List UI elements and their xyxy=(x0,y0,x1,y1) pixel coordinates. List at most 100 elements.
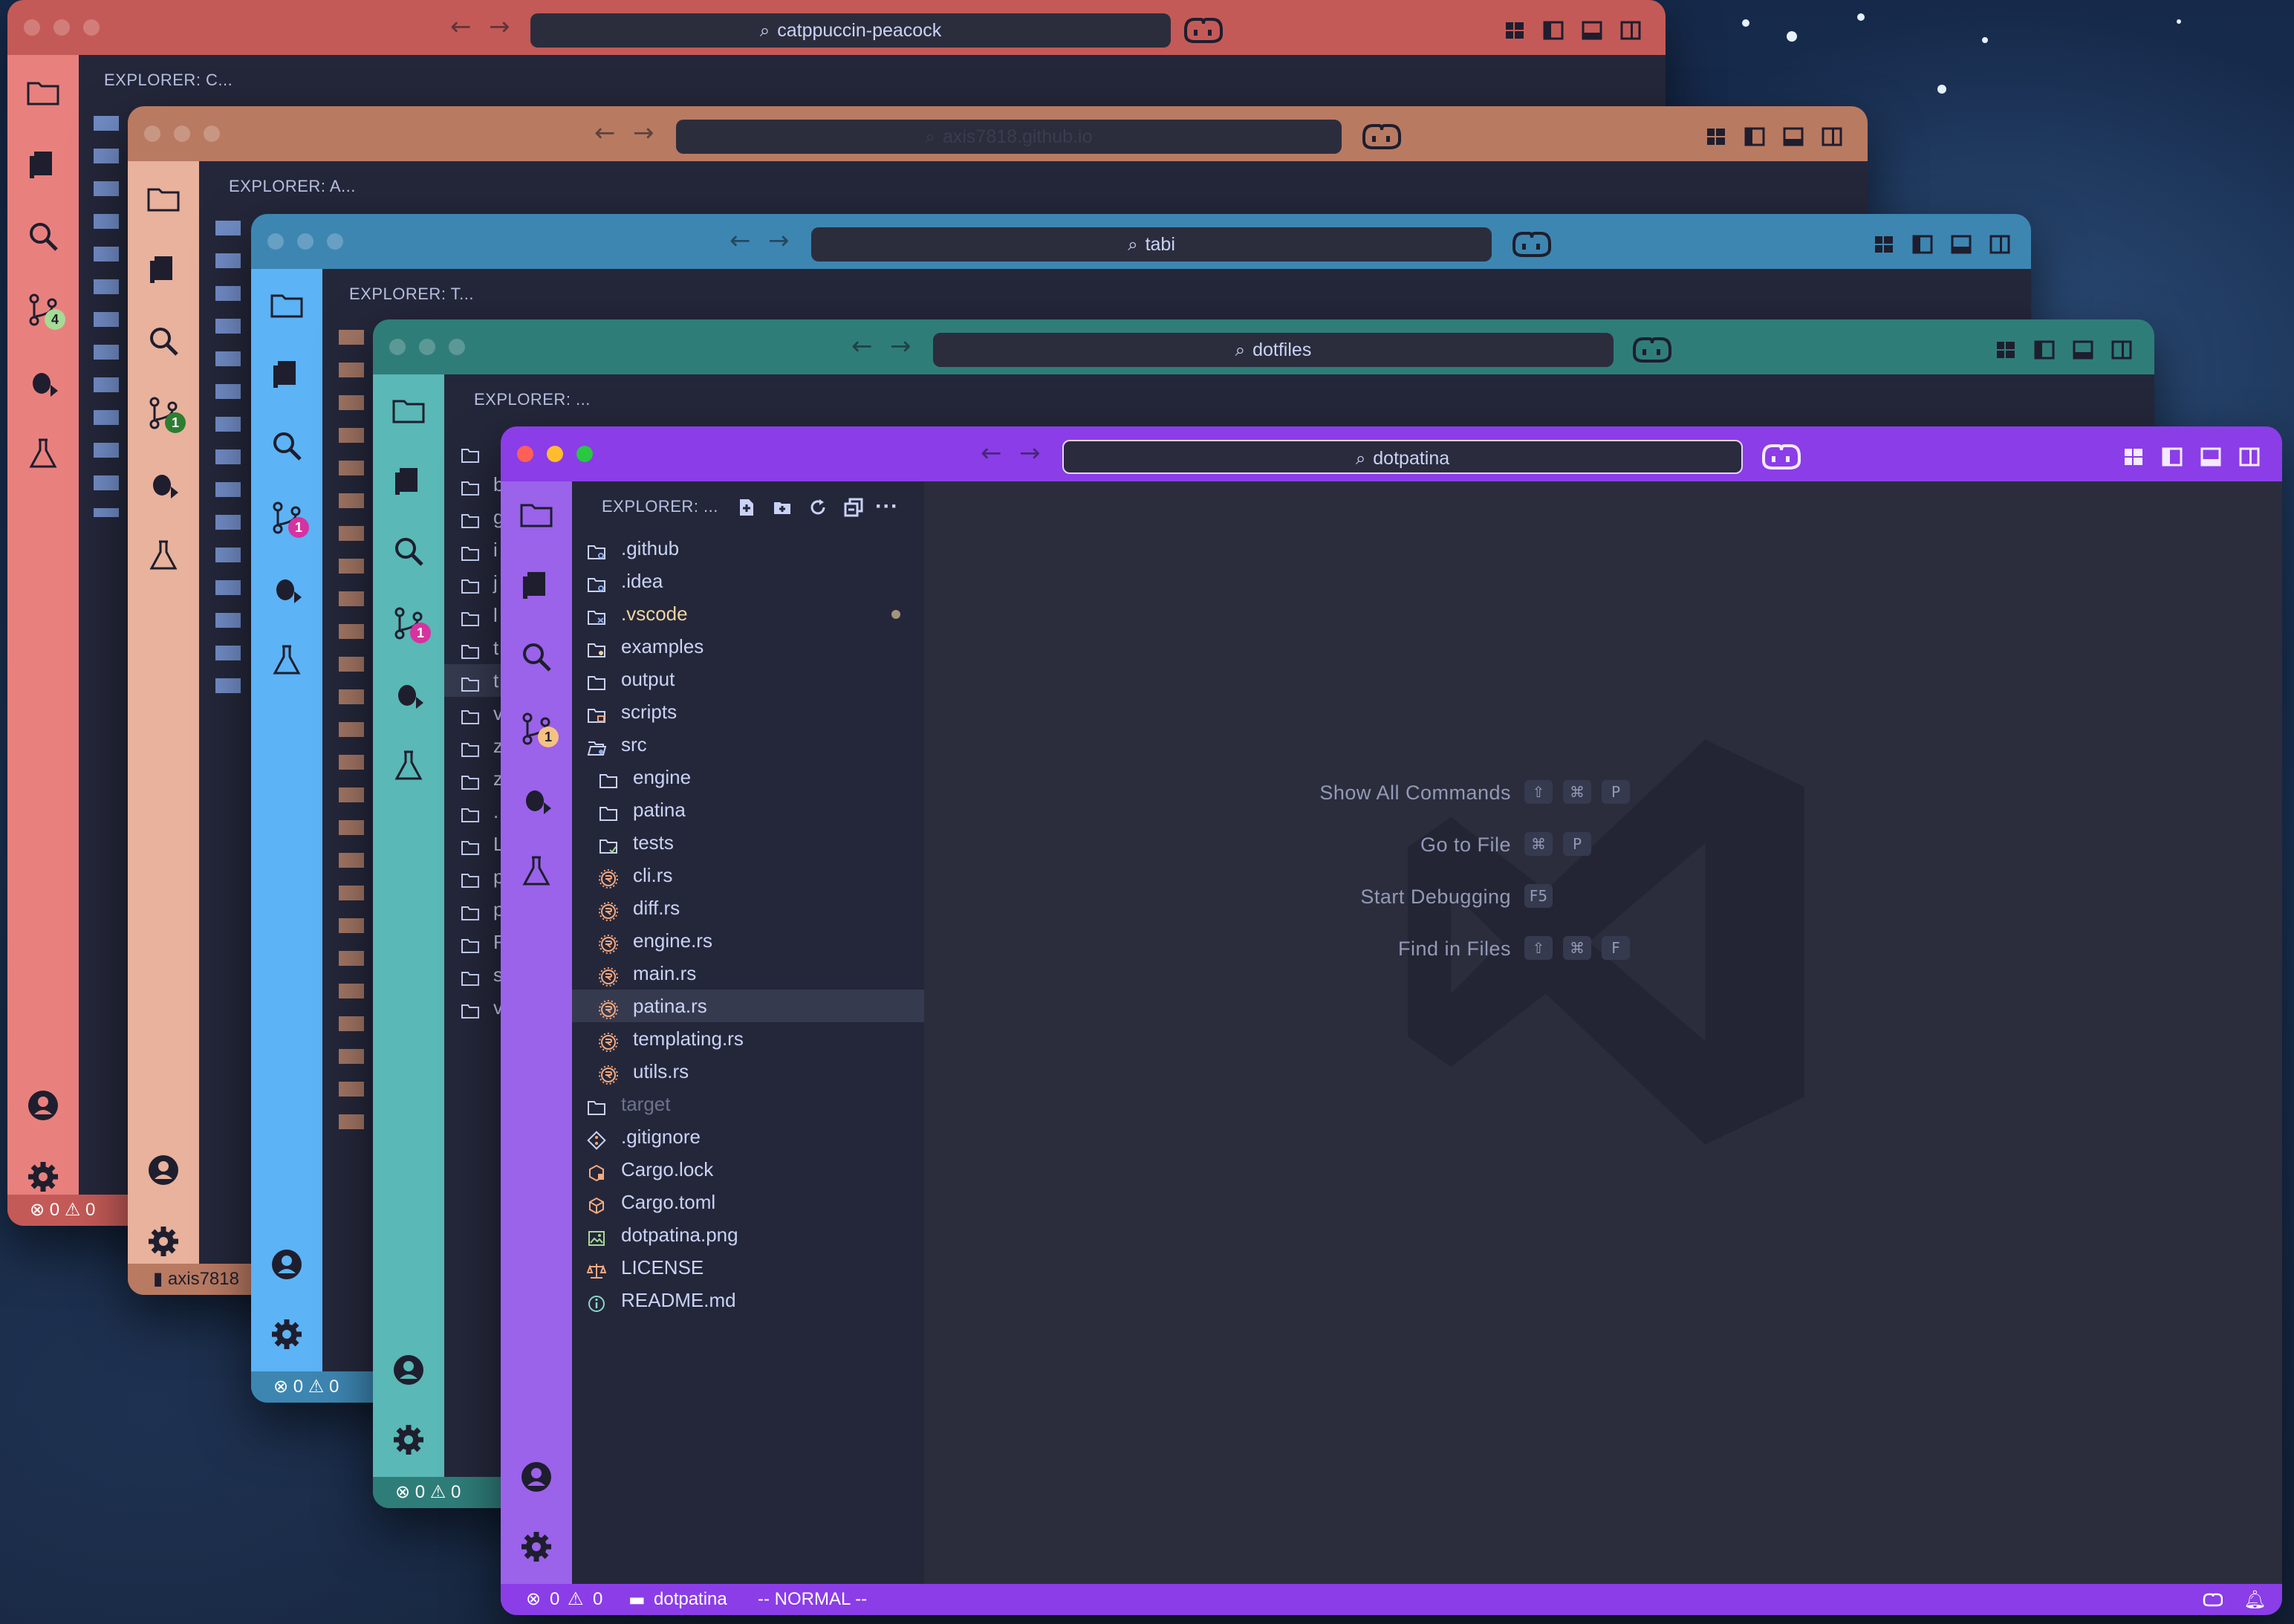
zoom-button[interactable] xyxy=(327,233,343,250)
toggle-panel-icon[interactable] xyxy=(1951,235,1972,254)
command-center-search[interactable]: ⌕ catppuccin-peacock xyxy=(530,13,1171,48)
file-tree-item[interactable]: .github xyxy=(572,532,924,565)
toggle-panel-icon[interactable] xyxy=(2073,340,2093,360)
toggle-panel-icon[interactable] xyxy=(2200,447,2221,467)
search-icon[interactable] xyxy=(269,428,305,464)
toggle-sidebar-icon[interactable] xyxy=(2162,447,2183,467)
file-tree-item[interactable]: utils.rs xyxy=(572,1055,924,1088)
explorer-icon[interactable] xyxy=(146,181,181,216)
explorer-icon[interactable] xyxy=(269,287,305,322)
minimize-button[interactable] xyxy=(547,446,563,462)
files-icon[interactable] xyxy=(146,252,181,288)
file-tree-item[interactable]: l xyxy=(444,599,504,631)
debug-icon[interactable] xyxy=(391,676,426,712)
customize-layout-icon[interactable] xyxy=(1995,340,2016,360)
more-actions-icon[interactable]: ··· xyxy=(875,481,898,532)
testing-icon[interactable] xyxy=(269,642,305,678)
zoom-button[interactable] xyxy=(576,446,593,462)
files-icon[interactable] xyxy=(519,568,554,603)
warning-icon[interactable]: ⚠ xyxy=(430,1482,446,1502)
file-tree-item[interactable]: README.md xyxy=(572,1284,924,1316)
zoom-button[interactable] xyxy=(204,126,220,142)
copilot-icon[interactable] xyxy=(1181,13,1223,46)
file-tree-item[interactable]: Cargo.toml xyxy=(572,1186,924,1218)
file-tree-item[interactable]: src xyxy=(572,728,924,761)
minimize-button[interactable] xyxy=(174,126,190,142)
close-button[interactable] xyxy=(144,126,160,142)
file-tree-item[interactable]: cli.rs xyxy=(572,859,924,891)
back-arrow-icon[interactable]: ← xyxy=(981,437,1002,470)
shortcut-hint[interactable]: Find in Files ⇧ ⌘ F xyxy=(924,935,1964,964)
forward-arrow-icon[interactable]: → xyxy=(633,117,654,149)
command-center-search[interactable]: ⌕ axis7818.github.io xyxy=(676,120,1342,154)
command-center-search[interactable]: ⌕ tabi xyxy=(811,227,1492,262)
close-button[interactable] xyxy=(267,233,284,250)
branch-label[interactable]: axis7818 xyxy=(168,1269,239,1289)
file-tree-item[interactable]: engine.rs xyxy=(572,924,924,957)
debug-icon[interactable] xyxy=(146,466,181,501)
explorer-icon[interactable] xyxy=(25,74,61,110)
minimize-button[interactable] xyxy=(297,233,313,250)
testing-icon[interactable] xyxy=(25,435,61,471)
file-tree-item[interactable] xyxy=(444,435,504,468)
forward-arrow-icon[interactable]: → xyxy=(489,10,510,43)
copilot-icon[interactable] xyxy=(1510,227,1551,260)
file-tree-item[interactable]: z xyxy=(444,762,504,795)
files-icon[interactable] xyxy=(269,357,305,392)
back-arrow-icon[interactable]: ← xyxy=(450,10,472,43)
error-icon[interactable]: ⊗ xyxy=(273,1377,288,1397)
file-tree-item[interactable]: scripts xyxy=(572,695,924,728)
folder-label[interactable]: dotpatina xyxy=(654,1584,727,1615)
command-center-search[interactable]: ⌕ dotfiles xyxy=(933,333,1614,367)
debug-icon[interactable] xyxy=(25,364,61,400)
minimize-button[interactable] xyxy=(53,19,70,36)
zoom-button[interactable] xyxy=(83,19,100,36)
settings-icon[interactable] xyxy=(519,1529,554,1565)
file-tree-item[interactable]: i xyxy=(444,533,504,566)
forward-arrow-icon[interactable]: → xyxy=(768,224,790,257)
file-tree-item[interactable]: j xyxy=(444,566,504,599)
file-tree-item[interactable]: g xyxy=(444,501,504,533)
refresh-icon[interactable] xyxy=(808,498,828,517)
shortcut-hint[interactable]: Go to File ⌘ P xyxy=(924,831,1964,860)
warning-icon[interactable]: ⚠ xyxy=(308,1377,325,1397)
file-tree-item[interactable]: L xyxy=(444,828,504,860)
customize-layout-icon[interactable] xyxy=(1706,127,1726,146)
close-button[interactable] xyxy=(24,19,40,36)
file-tree-item[interactable]: patina.rs xyxy=(572,990,924,1022)
close-button[interactable] xyxy=(389,339,406,355)
search-icon[interactable] xyxy=(25,218,61,254)
file-tree-item[interactable]: b xyxy=(444,468,504,501)
customize-layout-icon[interactable] xyxy=(2123,447,2144,467)
forward-arrow-icon[interactable]: → xyxy=(1019,437,1041,470)
settings-icon[interactable] xyxy=(269,1316,305,1352)
file-tree-item[interactable]: target xyxy=(572,1088,924,1120)
file-tree-item[interactable]: dotpatina.png xyxy=(572,1218,924,1251)
warning-icon[interactable]: ⚠ xyxy=(65,1200,81,1220)
error-icon[interactable]: ⊗ xyxy=(30,1200,45,1220)
file-tree-item[interactable]: .gitignore xyxy=(572,1120,924,1153)
debug-icon[interactable] xyxy=(519,782,554,817)
testing-icon[interactable] xyxy=(146,537,181,573)
file-tree-item[interactable]: s xyxy=(444,958,504,991)
file-tree-item[interactable]: LICENSE xyxy=(572,1251,924,1284)
file-tree-item[interactable]: . xyxy=(444,795,504,828)
file-tree-item[interactable]: p xyxy=(444,860,504,893)
shortcut-hint[interactable]: Show All Commands ⇧ ⌘ P xyxy=(924,779,1964,808)
file-tree-item[interactable]: output xyxy=(572,663,924,695)
copilot-status-icon[interactable] xyxy=(2202,1591,2223,1608)
copilot-icon[interactable] xyxy=(1759,440,1801,472)
toggle-secondary-sidebar-icon[interactable] xyxy=(1822,127,1842,146)
file-tree-item[interactable]: .vscode xyxy=(572,597,924,630)
toggle-sidebar-icon[interactable] xyxy=(1543,21,1564,40)
settings-icon[interactable] xyxy=(146,1224,181,1259)
testing-icon[interactable] xyxy=(391,747,426,783)
account-icon[interactable] xyxy=(391,1352,426,1388)
back-arrow-icon[interactable]: ← xyxy=(730,224,751,257)
file-tree-item[interactable]: p xyxy=(444,893,504,926)
toggle-sidebar-icon[interactable] xyxy=(1744,127,1765,146)
back-arrow-icon[interactable]: ← xyxy=(594,117,616,149)
toggle-secondary-sidebar-icon[interactable] xyxy=(2239,447,2260,467)
zoom-button[interactable] xyxy=(449,339,465,355)
file-tree-item[interactable]: templating.rs xyxy=(572,1022,924,1055)
